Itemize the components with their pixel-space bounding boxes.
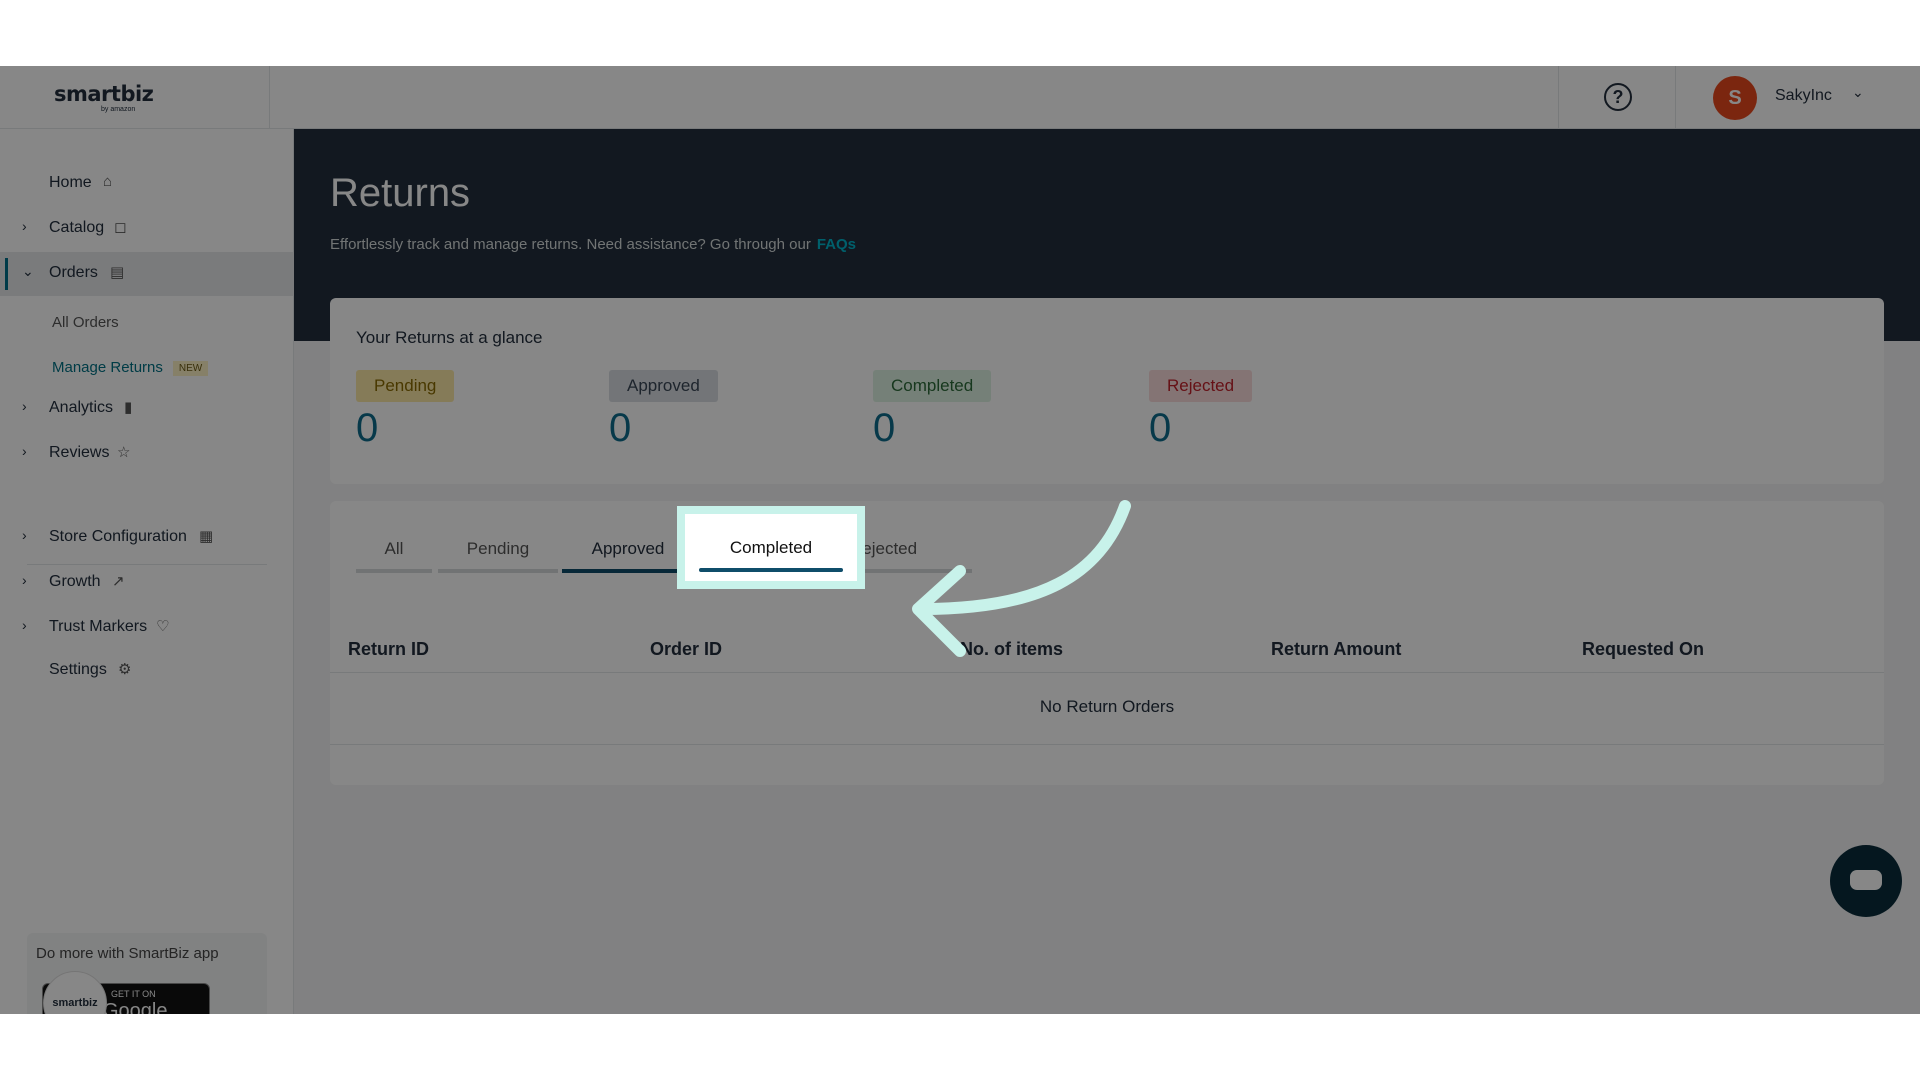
- gear-icon: ⚙: [118, 661, 132, 678]
- sidebar-item-catalog[interactable]: › Catalog ◻: [0, 207, 294, 251]
- tab-underline: [850, 569, 972, 573]
- active-indicator: [5, 258, 8, 290]
- tab-completed-label: Completed: [729, 538, 813, 557]
- new-badge: NEW: [172, 360, 209, 376]
- sidebar-subitem-manage-returns[interactable]: Manage Returns NEW: [52, 359, 209, 376]
- smartbiz-logo[interactable]: smartbiz: [54, 82, 154, 106]
- clipboard-icon: ▤: [110, 264, 125, 281]
- home-icon: ⌂: [103, 173, 113, 190]
- sidebar-item-orders[interactable]: ⌄ Orders ▤: [0, 252, 294, 296]
- sidebar-item-label: Growth: [49, 573, 101, 590]
- sidebar-subitem-label: Manage Returns: [52, 359, 163, 376]
- avatar[interactable]: S: [1713, 76, 1757, 120]
- status-badge: Completed: [873, 370, 992, 402]
- sidebar: Home ⌂ › Catalog ◻ ⌄ Orders ▤ All Orders…: [0, 129, 294, 1014]
- empty-state-text: No Return Orders: [1039, 697, 1175, 716]
- chevron-right-icon: ›: [22, 527, 27, 543]
- tab-completed[interactable]: Completed: [677, 506, 865, 589]
- chat-bubble-icon: [1850, 870, 1882, 890]
- sidebar-item-trust-markers[interactable]: › Trust Markers ♡: [0, 606, 294, 650]
- sidebar-subitem-all-orders[interactable]: All Orders: [52, 314, 119, 331]
- stat-pending: Pending 0: [356, 370, 455, 451]
- shield-heart-icon: ♡: [156, 618, 170, 635]
- status-badge: Approved: [609, 370, 718, 402]
- sidebar-item-label: Settings: [49, 661, 107, 678]
- tab-underline: [356, 569, 432, 573]
- table-empty-row: No Return Orders: [330, 673, 1884, 745]
- sidebar-item-label: Catalog: [49, 219, 105, 236]
- app-icon: smartbiz: [43, 971, 107, 1014]
- stat-count: 0: [356, 406, 379, 450]
- column-header[interactable]: Order ID: [650, 639, 722, 660]
- sidebar-item-home[interactable]: Home ⌂: [0, 162, 294, 206]
- stat-count: 0: [1149, 406, 1172, 450]
- sidebar-item-label: Orders: [49, 264, 98, 281]
- sidebar-item-growth[interactable]: › Growth ↗: [0, 561, 294, 605]
- sidebar-item-label: Home: [49, 174, 92, 191]
- chevron-right-icon: ›: [22, 218, 27, 234]
- column-header[interactable]: Return Amount: [1271, 639, 1401, 660]
- status-badge: Rejected: [1149, 370, 1253, 402]
- top-bar: smartbiz by amazon ? S SakyInc ⌄: [0, 66, 1920, 129]
- sidebar-item-label: Store Configuration: [49, 528, 187, 545]
- stat-completed: Completed 0: [873, 370, 992, 451]
- status-badge: Pending: [356, 370, 455, 402]
- chevron-down-icon[interactable]: ⌄: [1852, 84, 1864, 101]
- chevron-right-icon: ›: [22, 398, 27, 414]
- sidebar-item-label: Analytics: [49, 399, 114, 416]
- google-play-small-text: GET IT ON: [111, 989, 156, 999]
- question-circle-icon[interactable]: ?: [1604, 83, 1632, 111]
- box-icon: ◻: [114, 219, 127, 236]
- tab-pending[interactable]: Pending: [438, 539, 558, 559]
- logo-cell[interactable]: smartbiz by amazon: [0, 66, 270, 129]
- stat-count: 0: [873, 406, 896, 450]
- chevron-right-icon: ›: [22, 443, 27, 459]
- star-icon: ☆: [117, 444, 131, 461]
- store-icon: ▦: [199, 528, 214, 545]
- chevron-down-icon: ⌄: [22, 263, 34, 279]
- user-name[interactable]: SakyInc: [1775, 87, 1832, 105]
- column-header[interactable]: Return ID: [348, 639, 429, 660]
- app-promo-card: Do more with SmartBiz app GET IT ON Goog…: [27, 933, 267, 1014]
- column-header[interactable]: No. of items: [960, 639, 1063, 660]
- bar-chart-icon: ▮: [124, 399, 133, 416]
- stat-count: 0: [609, 406, 632, 450]
- google-play-text: Google Play: [103, 1000, 168, 1014]
- page-subtitle: Effortlessly track and manage returns. N…: [330, 236, 856, 253]
- stat-approved: Approved 0: [609, 370, 718, 451]
- sidebar-item-settings[interactable]: Settings ⚙: [0, 649, 294, 693]
- help-cell[interactable]: ?: [1558, 66, 1676, 129]
- tab-underline: [438, 569, 558, 573]
- browser-viewport: smartbiz by amazon ? S SakyInc ⌄ Home ⌂ …: [0, 66, 1920, 1014]
- returns-glance-card: Your Returns at a glance Pending 0 Appro…: [330, 298, 1884, 484]
- faq-link[interactable]: FAQs: [817, 236, 856, 253]
- chevron-right-icon: ›: [22, 572, 27, 588]
- sidebar-item-label: Trust Markers: [49, 618, 148, 635]
- tab-approved[interactable]: Approved: [562, 539, 694, 559]
- returns-list-panel: All Pending Approved Rejected Return ID …: [330, 501, 1884, 785]
- tab-underline-selected: [562, 569, 694, 573]
- tab-underline-highlight: [699, 568, 843, 572]
- page-subtitle-text: Effortlessly track and manage returns. N…: [330, 236, 811, 253]
- column-header[interactable]: Requested On: [1582, 639, 1704, 660]
- sidebar-item-analytics[interactable]: › Analytics ▮: [0, 387, 294, 431]
- stat-rejected: Rejected 0: [1149, 370, 1253, 451]
- sidebar-item-label: Reviews: [49, 444, 110, 461]
- page-title: Returns: [330, 171, 471, 215]
- chevron-right-icon: ›: [22, 617, 27, 633]
- glance-title: Your Returns at a glance: [356, 328, 543, 347]
- logo-subtext: by amazon: [101, 106, 136, 113]
- chat-button[interactable]: [1830, 845, 1902, 917]
- tab-rejected[interactable]: Rejected: [850, 539, 980, 559]
- tab-all[interactable]: All: [356, 539, 432, 559]
- sidebar-item-reviews[interactable]: › Reviews ☆: [0, 432, 294, 476]
- sidebar-item-store-configuration[interactable]: › Store Configuration ▦: [0, 516, 294, 560]
- table-header: Return ID Order ID No. of items Return A…: [330, 627, 1884, 673]
- trend-up-icon: ↗: [112, 573, 125, 590]
- app-promo-text: Do more with SmartBiz app: [36, 945, 219, 962]
